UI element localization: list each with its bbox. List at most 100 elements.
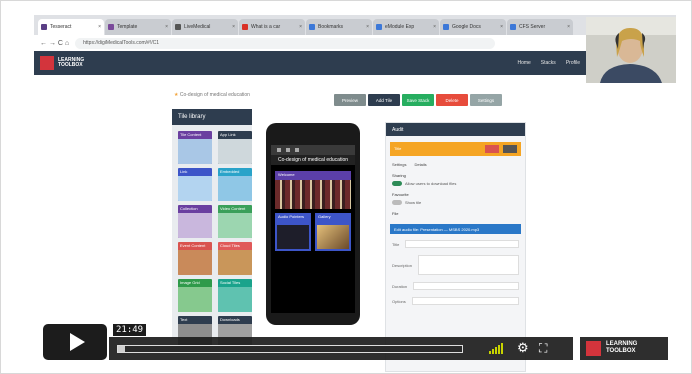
form-row-title: Title bbox=[392, 239, 519, 249]
close-icon[interactable]: × bbox=[433, 24, 436, 30]
panel-title-bar: Title bbox=[390, 142, 521, 156]
library-tile[interactable]: Image Grid bbox=[178, 279, 212, 312]
volume-icon[interactable] bbox=[489, 343, 503, 354]
toolbar-button[interactable]: Add Tile bbox=[368, 94, 400, 106]
browser-tab[interactable]: LiveMedical × bbox=[172, 19, 238, 35]
library-tile-label: Link bbox=[180, 169, 188, 174]
phone-tile-gallery[interactable]: Gallery bbox=[315, 213, 351, 251]
duration-field[interactable] bbox=[413, 282, 519, 290]
progress-fill bbox=[118, 346, 125, 352]
close-icon[interactable]: × bbox=[366, 24, 369, 30]
browser-tab[interactable]: What is a car × bbox=[239, 19, 305, 35]
description-field[interactable] bbox=[418, 255, 519, 275]
toggle-switch[interactable] bbox=[392, 200, 402, 205]
panel-tabs: Settings Details bbox=[392, 162, 519, 167]
phone-tile-image bbox=[277, 225, 309, 249]
tile-library-grid: Tile Content App Link Link Embedded Collecti… bbox=[172, 125, 252, 355]
library-tile[interactable]: Embedded bbox=[218, 168, 252, 201]
settings-icon[interactable]: ⚙ bbox=[517, 341, 529, 355]
tab-favicon-icon bbox=[242, 24, 248, 30]
form-row-duration: Duration bbox=[392, 281, 519, 291]
progress-bar[interactable] bbox=[117, 345, 463, 353]
toolbar-button[interactable]: Delete bbox=[436, 94, 468, 106]
library-tile-image bbox=[178, 213, 212, 238]
library-tile-label: Image Grid bbox=[180, 280, 200, 285]
library-tile[interactable]: Collection bbox=[178, 205, 212, 238]
browser-tab[interactable]: eModule Exp × bbox=[373, 19, 439, 35]
tab-label: Bookmarks bbox=[318, 24, 344, 30]
presenter-image bbox=[586, 17, 676, 83]
tab-label: What is a car bbox=[251, 24, 281, 30]
delete-tile-button[interactable] bbox=[485, 145, 499, 153]
back-icon bbox=[277, 148, 281, 152]
tab-favicon-icon bbox=[376, 24, 382, 30]
close-icon[interactable]: × bbox=[567, 24, 570, 30]
browser-tab[interactable]: Tesseract × bbox=[38, 19, 104, 35]
form-label: Description bbox=[392, 262, 413, 268]
library-tile[interactable]: Link bbox=[178, 168, 212, 201]
editor-toolbar: Preview Add Tile Save Stack Delete Settings bbox=[334, 94, 502, 106]
browser-tab[interactable]: Google Docs × bbox=[440, 19, 506, 35]
browser-tab[interactable]: CFS Server × bbox=[507, 19, 573, 35]
breadcrumb: ★ Co-design of medical education bbox=[174, 92, 250, 98]
form-row-options: Options bbox=[392, 296, 519, 306]
play-button[interactable] bbox=[43, 324, 107, 360]
video-player[interactable]: Tesseract × Template × LiveMedical × What is a… bbox=[34, 15, 676, 372]
phone-screen: Co-design of medical education Welcome A… bbox=[271, 145, 355, 313]
library-tile[interactable]: Social Tiles bbox=[218, 279, 252, 312]
close-icon[interactable]: × bbox=[299, 24, 302, 30]
library-tile-label: App Link bbox=[220, 132, 236, 137]
library-tile-label: Video Content bbox=[220, 206, 246, 211]
close-panel-button[interactable] bbox=[503, 145, 517, 153]
close-icon[interactable]: × bbox=[500, 24, 503, 30]
breadcrumb-label: Co-design of medical education bbox=[179, 92, 250, 98]
browser-tab-bar: Tesseract × Template × LiveMedical × What is a… bbox=[34, 15, 676, 35]
browser-tab[interactable]: Bookmarks × bbox=[306, 19, 372, 35]
close-icon[interactable]: × bbox=[98, 24, 101, 30]
tab-details[interactable]: Details bbox=[414, 162, 426, 167]
tab-label: Template bbox=[117, 24, 138, 30]
tab-settings[interactable]: Settings bbox=[392, 162, 406, 167]
player-control-bar: ⚙ ⛶ bbox=[109, 337, 573, 360]
tile-library-title: Tile library bbox=[172, 109, 252, 125]
library-tile-image bbox=[218, 176, 252, 201]
file-band[interactable]: Edit audio file: Presentation — MSBS 202… bbox=[390, 224, 521, 234]
library-tile-label: Embedded bbox=[220, 169, 240, 174]
site-nav-stacks: Stacks bbox=[540, 60, 556, 66]
brand-logo[interactable]: LEARNING TOOLBOX bbox=[580, 337, 668, 360]
close-icon[interactable]: × bbox=[165, 24, 168, 30]
fullscreen-icon[interactable]: ⛶ bbox=[539, 341, 547, 355]
toolbar-button[interactable]: Save Stack bbox=[402, 94, 434, 106]
library-tile-image bbox=[218, 213, 252, 238]
url-field: https://digiMedicalTools.com/#!/C1 bbox=[75, 37, 496, 49]
title-field[interactable] bbox=[405, 240, 519, 248]
library-tile[interactable]: Cloud Tiles bbox=[218, 242, 252, 275]
library-tile[interactable]: Tile Content bbox=[178, 131, 212, 164]
phone-tile-image bbox=[317, 225, 349, 249]
close-icon[interactable]: × bbox=[232, 24, 235, 30]
video-embed-frame: Tesseract × Template × LiveMedical × What is a… bbox=[0, 0, 692, 374]
library-tile[interactable]: App Link bbox=[218, 131, 252, 164]
library-tile-label: Tile Content bbox=[180, 132, 202, 137]
library-tile[interactable]: Video Content bbox=[218, 205, 252, 238]
phone-tile-welcome[interactable]: Welcome bbox=[275, 171, 351, 209]
show-tile-toggle-row[interactable]: Show tile bbox=[392, 200, 519, 205]
toggle-switch[interactable] bbox=[392, 181, 402, 186]
toolbar-button[interactable]: Settings bbox=[470, 94, 502, 106]
play-icon bbox=[69, 333, 85, 351]
form-row-description: Description bbox=[392, 254, 519, 276]
site-name: LEARNING TOOLBOX bbox=[58, 57, 85, 68]
library-tile[interactable]: Event Content bbox=[178, 242, 212, 275]
tab-label: Tesseract bbox=[50, 24, 72, 30]
download-toggle-row[interactable]: Allow users to download files bbox=[392, 181, 519, 186]
browser-tab[interactable]: Template × bbox=[105, 19, 171, 35]
phone-tile-audio[interactable]: Audio Pointers bbox=[275, 213, 311, 251]
toolbar-button[interactable]: Preview bbox=[334, 94, 366, 106]
site-nav-profile: Profile bbox=[565, 60, 580, 66]
form-label: Title bbox=[392, 241, 400, 247]
options-field[interactable] bbox=[411, 297, 519, 305]
tab-favicon-icon bbox=[175, 24, 181, 30]
search-icon bbox=[295, 148, 299, 152]
tab-label: LiveMedical bbox=[184, 24, 211, 30]
phone-tile-label: Audio Pointers bbox=[278, 214, 305, 219]
